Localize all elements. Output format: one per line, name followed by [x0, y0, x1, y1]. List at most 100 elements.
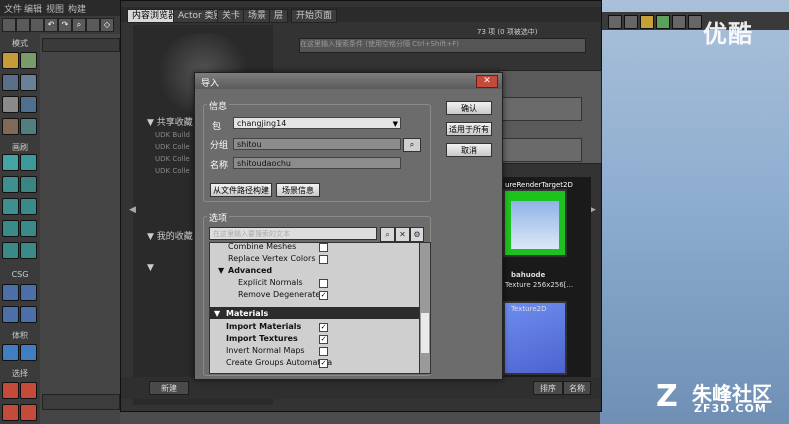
tetra-brush-icon[interactable]	[20, 198, 37, 215]
search-icon[interactable]: ⌕	[72, 18, 86, 32]
mesh-paint-icon[interactable]	[20, 96, 37, 113]
youku-watermark: 优酷	[703, 20, 753, 48]
hide-selected-icon[interactable]	[20, 404, 37, 421]
shared-collections-label: 共享收藏	[156, 118, 193, 128]
category-materials[interactable]: ▼ Materials	[210, 307, 420, 319]
menu-build[interactable]: 构建	[68, 2, 86, 15]
volume-list-icon[interactable]	[20, 344, 37, 361]
packages-header[interactable]: ▼	[147, 263, 154, 275]
asset-thumbnail[interactable]	[503, 189, 567, 257]
filter-icon[interactable]: ⚙	[410, 227, 424, 242]
add-volume-icon[interactable]	[2, 344, 19, 361]
stair-brush-icon[interactable]	[2, 198, 19, 215]
cylinder-brush-icon[interactable]	[2, 176, 19, 193]
new-asset-button[interactable]: 新建	[149, 381, 189, 395]
my-collections-header[interactable]: ▼ 我的收藏	[147, 229, 193, 242]
viewport-option-icon[interactable]	[608, 15, 622, 29]
tab-levels[interactable]: 关卡	[217, 9, 246, 23]
sheet-brush-icon[interactable]	[20, 176, 37, 193]
spiral-stair-brush-icon[interactable]	[20, 220, 37, 237]
terrain-mode-icon[interactable]	[20, 74, 37, 91]
option-create-groups: Create Groups Automatica ✓	[210, 357, 420, 369]
package-select[interactable]: changjing14 ▼	[233, 117, 401, 129]
apply-all-button[interactable]: 适用于所有	[446, 122, 492, 136]
open-icon[interactable]	[16, 18, 30, 32]
linear-stair-brush-icon[interactable]	[2, 220, 19, 237]
option-checkbox[interactable]	[319, 279, 328, 288]
viewport-option-icon[interactable]	[656, 15, 670, 29]
option-checkbox[interactable]	[319, 347, 328, 356]
option-label: Create Groups Automatica	[226, 358, 333, 367]
group-input[interactable]: shitou	[233, 138, 401, 150]
viewport-option-icon[interactable]	[640, 15, 654, 29]
csg-intersect-icon[interactable]	[2, 306, 19, 323]
scene-info-button[interactable]: 场景信息	[276, 183, 320, 197]
mode-label: 模式	[12, 39, 28, 48]
sphere-brush-icon[interactable]	[20, 242, 37, 259]
texture-mode-icon[interactable]	[2, 74, 19, 91]
category-advanced[interactable]: ▼ Advanced	[210, 265, 420, 277]
browse-icon[interactable]: ⌕	[403, 138, 421, 152]
content-search-input[interactable]: 在这里输入搜索条件 (使用空格分隔 Ctrl+Shift+F)	[299, 38, 586, 53]
tab-layers[interactable]: 层	[269, 9, 289, 23]
dialog-titlebar[interactable]: 导入 ✕	[195, 73, 502, 89]
option-label: Explicit Normals	[238, 278, 303, 287]
foliage-icon[interactable]	[20, 118, 37, 135]
camera-mode-icon[interactable]	[2, 52, 19, 69]
viewport-option-icon[interactable]	[624, 15, 638, 29]
deselect-icon[interactable]	[20, 382, 37, 399]
option-checkbox[interactable]: ✓	[319, 323, 328, 332]
cancel-button[interactable]: 取消	[446, 143, 492, 157]
csg-subtract-icon[interactable]	[20, 284, 37, 301]
paint-mode-icon[interactable]	[2, 96, 19, 113]
perspective-viewport[interactable]	[600, 0, 789, 424]
search-icon[interactable]: ⌕	[380, 227, 395, 242]
options-search-input[interactable]: 在这里输入要搜索的文本	[209, 227, 377, 240]
menu-view[interactable]: 视图	[46, 2, 64, 15]
redo-icon[interactable]: ↷	[58, 18, 72, 32]
shared-collections-header[interactable]: ▼ 共享收藏	[147, 115, 193, 128]
cube-brush-icon[interactable]	[2, 154, 19, 171]
tab-scene[interactable]: 场景	[243, 9, 272, 23]
close-button[interactable]: ✕	[476, 75, 498, 88]
tab-start-page[interactable]: 开始页面	[291, 9, 338, 23]
show-selected-icon[interactable]	[2, 404, 19, 421]
csg-label: CSG	[11, 270, 29, 279]
option-remove-degenerates: Remove Degenerates ✓	[210, 289, 420, 301]
option-label: Replace Vertex Colors	[228, 254, 316, 263]
ok-button[interactable]: 确认	[446, 101, 492, 115]
save-icon[interactable]	[30, 18, 44, 32]
category-label: Materials	[226, 309, 269, 318]
build-from-path-button[interactable]: 从文件路径构建	[210, 183, 272, 197]
cube-icon[interactable]: ◇	[100, 18, 114, 32]
menu-file[interactable]: 文件	[4, 2, 22, 15]
menu-edit[interactable]: 编辑	[24, 2, 42, 15]
copy-icon[interactable]	[86, 18, 100, 32]
asset-name: bahuode	[511, 271, 546, 279]
option-label: Combine Meshes	[228, 242, 297, 251]
option-checkbox[interactable]	[319, 243, 328, 252]
undo-icon[interactable]: ↶	[44, 18, 58, 32]
package-value: changjing14	[237, 119, 287, 128]
left-arrow-icon[interactable]: ◀	[129, 205, 136, 215]
zf3d-watermark-url: ZF3D.COM	[694, 402, 767, 415]
options-scrollbar[interactable]	[419, 242, 431, 374]
option-checkbox[interactable]: ✓	[319, 291, 328, 300]
sort-select[interactable]: 名称	[563, 381, 591, 395]
option-checkbox[interactable]: ✓	[319, 335, 328, 344]
name-input[interactable]: shitoudaochu	[233, 157, 401, 169]
clear-search-icon[interactable]: ✕	[395, 227, 410, 242]
scrollbar-thumb[interactable]	[421, 313, 429, 353]
option-checkbox[interactable]	[319, 255, 328, 264]
viewport-option-icon[interactable]	[672, 15, 686, 29]
new-icon[interactable]	[2, 18, 16, 32]
csg-add-icon[interactable]	[2, 284, 19, 301]
volumetric-brush-icon[interactable]	[2, 242, 19, 259]
select-actor-icon[interactable]	[2, 382, 19, 399]
csg-deintersect-icon[interactable]	[20, 306, 37, 323]
geometry-mode-icon[interactable]	[20, 52, 37, 69]
cone-brush-icon[interactable]	[20, 154, 37, 171]
option-checkbox[interactable]: ✓	[319, 359, 328, 368]
viewport-option-icon[interactable]	[688, 15, 702, 29]
static-mesh-icon[interactable]	[2, 118, 19, 135]
